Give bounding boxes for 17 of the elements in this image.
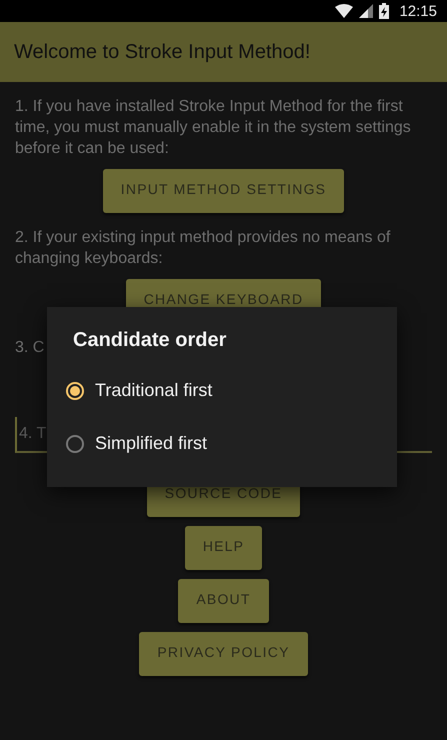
- instruction-text: 1. If you have installed Stroke Input Method for the first time, you must manually enable it in the system settings before it can be used:: [15, 97, 412, 159]
- option-label[interactable]: Traditional first: [95, 380, 212, 401]
- instruction-text: 2. If your existing input method provides no means of changing keyboards:: [15, 228, 392, 269]
- signal-icon: [359, 4, 374, 18]
- clock-time: 12:15: [399, 2, 437, 20]
- action-button[interactable]: INPUT METHOD SETTINGS: [102, 169, 344, 213]
- dialog-title: Candidate order: [72, 329, 228, 352]
- option-label[interactable]: Simplified first: [95, 433, 208, 454]
- link-button[interactable]: PRIVACY POLICY: [139, 632, 308, 676]
- instruction-text: 3. C: [15, 338, 44, 358]
- link-button[interactable]: ABOUT: [178, 579, 269, 623]
- link-button[interactable]: HELP: [184, 526, 262, 570]
- battery-icon: [379, 3, 390, 19]
- radio-button[interactable]: [66, 382, 84, 400]
- wifi-icon: [335, 4, 354, 18]
- app-title: Welcome to Stroke Input Method!: [14, 40, 310, 64]
- radio-button[interactable]: [66, 434, 84, 452]
